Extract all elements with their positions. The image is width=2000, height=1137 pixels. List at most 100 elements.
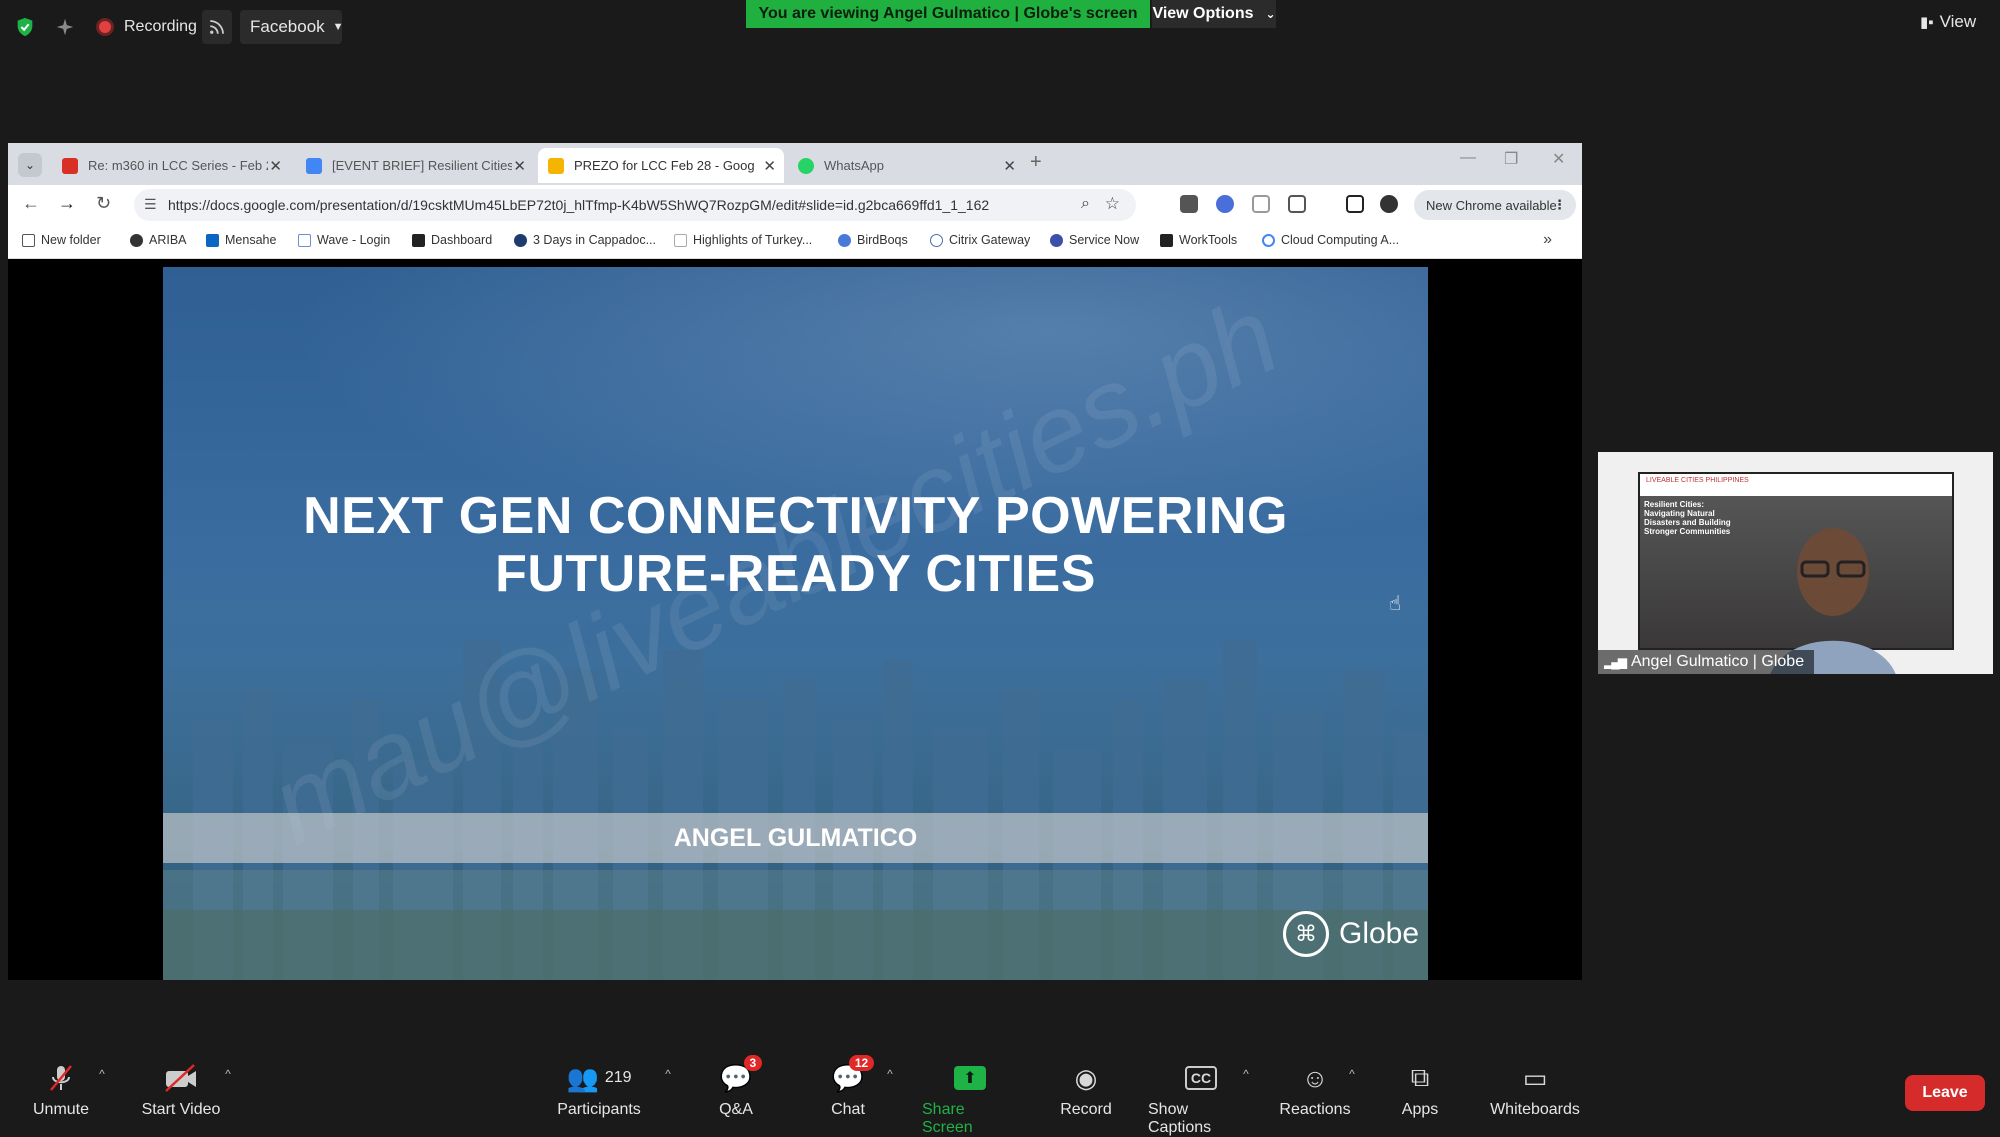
bookmark-item[interactable]: Citrix Gateway: [930, 233, 1030, 247]
bookmark-item[interactable]: Dashboard: [412, 233, 492, 247]
qa-button[interactable]: 💬 3 Q&A: [716, 1055, 763, 1119]
security-shield-icon[interactable]: [14, 10, 38, 44]
caret-up-icon: ^: [99, 1067, 105, 1081]
google-icon: [1262, 233, 1275, 247]
minimize-icon[interactable]: —: [1460, 149, 1476, 167]
bookmark-item[interactable]: ARIBA: [130, 233, 187, 247]
background-screen-title: LIVEABLE CITIES PHILIPPINES: [1640, 474, 1952, 496]
whiteboards-label: Whiteboards: [1490, 1101, 1580, 1118]
speaker-name-tag: ▂▄▆ Angel Gulmatico | Globe: [1598, 650, 1815, 674]
signal-bars-icon: ▂▄▆: [1604, 655, 1627, 669]
live-stream-dropdown[interactable]: Facebook ▼: [240, 10, 344, 44]
caret-up-icon: ^: [887, 1067, 893, 1081]
people-icon: 👥: [566, 1062, 599, 1093]
leave-button[interactable]: Leave: [1905, 1075, 1985, 1111]
speaker-video-thumbnail[interactable]: LIVEABLE CITIES PHILIPPINES Resilient Ci…: [1598, 452, 1993, 674]
presenter-name: ANGEL GULMATICO: [163, 813, 1428, 863]
live-stream-icon[interactable]: [202, 10, 232, 44]
view-layout-icon: ▮▪: [1920, 14, 1934, 31]
caret-up-icon: ^: [1243, 1067, 1249, 1081]
browser-tab-gmail[interactable]: Re: m360 in LCC Series - Feb 28 ✕: [52, 148, 290, 183]
bookmark-item[interactable]: Mensahe: [206, 233, 276, 247]
view-button[interactable]: ▮▪ View: [1920, 12, 1976, 32]
bookmark-label: BirdBoqs: [857, 233, 908, 247]
address-bar[interactable]: ☰ https://docs.google.com/presentation/d…: [134, 189, 1136, 221]
back-icon[interactable]: ←: [22, 193, 40, 214]
bookmark-item[interactable]: Service Now: [1050, 233, 1139, 247]
bookmark-item[interactable]: Highlights of Turkey...: [674, 233, 812, 247]
unmute-label: Unmute: [32, 1101, 90, 1118]
unmute-button[interactable]: Unmute: [30, 1063, 92, 1119]
meeting-controls-toolbar: Unmute ^ Start Video ^ 👥 219 Participant…: [0, 1045, 2000, 1136]
reload-icon[interactable]: ↻: [96, 193, 111, 214]
bookmark-item[interactable]: BirdBoqs: [838, 233, 908, 247]
bookmark-label: New folder: [41, 233, 101, 247]
recording-label: Recording: [124, 18, 197, 35]
forward-icon[interactable]: →: [58, 193, 76, 214]
window-close-icon[interactable]: ✕: [1552, 149, 1565, 169]
tab-search-icon[interactable]: ⌄: [18, 153, 42, 177]
site-info-icon[interactable]: ☰: [144, 196, 157, 213]
record-button[interactable]: ◉ Record: [1060, 1063, 1112, 1119]
globe-logo-text: Globe: [1339, 917, 1420, 950]
view-options-label: View Options: [1152, 5, 1254, 22]
extension-globe-icon[interactable]: [1216, 195, 1234, 213]
bookmark-item[interactable]: Wave - Login: [298, 233, 390, 247]
bookmark-item[interactable]: Cloud Computing A...: [1262, 233, 1399, 247]
browser-tab-docs[interactable]: [EVENT BRIEF] Resilient Cities: N ✕: [296, 148, 534, 183]
qa-label: Q&A: [719, 1101, 753, 1118]
start-video-label: Start Video: [141, 1101, 221, 1118]
chat-icon: 💬 12: [832, 1055, 875, 1093]
zoom-icon[interactable]: ⌕: [1081, 195, 1090, 213]
hand-cursor-icon: ☝: [1389, 593, 1402, 615]
reactions-button[interactable]: ☺ Reactions: [1279, 1062, 1350, 1119]
speaker-name: Angel Gulmatico | Globe: [1630, 653, 1805, 670]
new-tab-icon[interactable]: +: [1030, 151, 1042, 174]
browser-tab-whatsapp[interactable]: WhatsApp ✕: [788, 148, 1024, 183]
site-icon: [838, 233, 851, 247]
browser-tab-slides[interactable]: PREZO for LCC Feb 28 - Google S ✕: [538, 148, 784, 183]
gear-icon: [1050, 233, 1063, 247]
bookmark-item[interactable]: 3 Days in Cappadoc...: [514, 233, 656, 247]
tab-close-icon[interactable]: ✕: [1003, 157, 1016, 175]
cast-icon[interactable]: [1252, 195, 1270, 213]
bookmark-item[interactable]: WorkTools: [1160, 233, 1237, 247]
dashboard-icon: [412, 233, 425, 247]
extension-icon[interactable]: [1180, 195, 1198, 213]
tab-close-icon[interactable]: ✕: [269, 157, 282, 175]
page-icon: [298, 233, 311, 247]
site-icon: [674, 233, 687, 247]
side-panel-icon[interactable]: [1346, 195, 1364, 213]
restore-icon[interactable]: ❐: [1504, 149, 1518, 169]
whiteboards-button[interactable]: ▭ Whiteboards: [1490, 1063, 1580, 1119]
tab-close-icon[interactable]: ✕: [763, 157, 776, 175]
bookmark-item[interactable]: New folder: [22, 233, 101, 247]
slides-icon: [548, 157, 564, 174]
viewing-screen-banner: You are viewing Angel Gulmatico | Globe'…: [746, 0, 1150, 28]
show-captions-button[interactable]: CC Show Captions: [1148, 1063, 1254, 1137]
emoji-add-icon: ☺: [1301, 1062, 1329, 1093]
bookmark-label: Dashboard: [431, 233, 493, 247]
qa-bubbles-icon: 💬 3: [720, 1055, 763, 1093]
profile-avatar-icon[interactable]: [1380, 195, 1398, 213]
background-screen-text: Resilient Cities: Navigating Natural Dis…: [1644, 500, 1731, 536]
linkedin-icon: [206, 233, 219, 247]
apps-icon: ⧉: [1410, 1062, 1430, 1092]
view-options-button[interactable]: View Options ⌄: [1152, 0, 1276, 28]
chat-button[interactable]: 💬 12 Chat: [828, 1055, 875, 1119]
apps-button[interactable]: ⧉ Apps: [1400, 1062, 1440, 1119]
tab-close-icon[interactable]: ✕: [513, 157, 526, 175]
slide-title-line-2: FUTURE-READY CITIES: [495, 545, 1096, 603]
participant-count: 219: [604, 1069, 632, 1086]
extensions-puzzle-icon[interactable]: [1288, 195, 1306, 213]
bookmarks-overflow-icon[interactable]: »: [1543, 231, 1552, 249]
url-text: https://docs.google.com/presentation/d/1…: [168, 197, 990, 213]
bookmark-star-icon[interactable]: ☆: [1105, 194, 1120, 214]
share-screen-button[interactable]: ⬆ Share Screen: [922, 1063, 1018, 1137]
new-chrome-available-button[interactable]: New Chrome available ⋮: [1414, 190, 1576, 220]
participants-button[interactable]: 👥 219 Participants: [556, 1063, 642, 1119]
start-video-button[interactable]: Start Video: [140, 1063, 222, 1119]
recording-indicator[interactable]: Recording: [96, 10, 197, 44]
share-screen-icon: ⬆: [954, 1063, 986, 1093]
ai-companion-icon[interactable]: [54, 10, 78, 44]
